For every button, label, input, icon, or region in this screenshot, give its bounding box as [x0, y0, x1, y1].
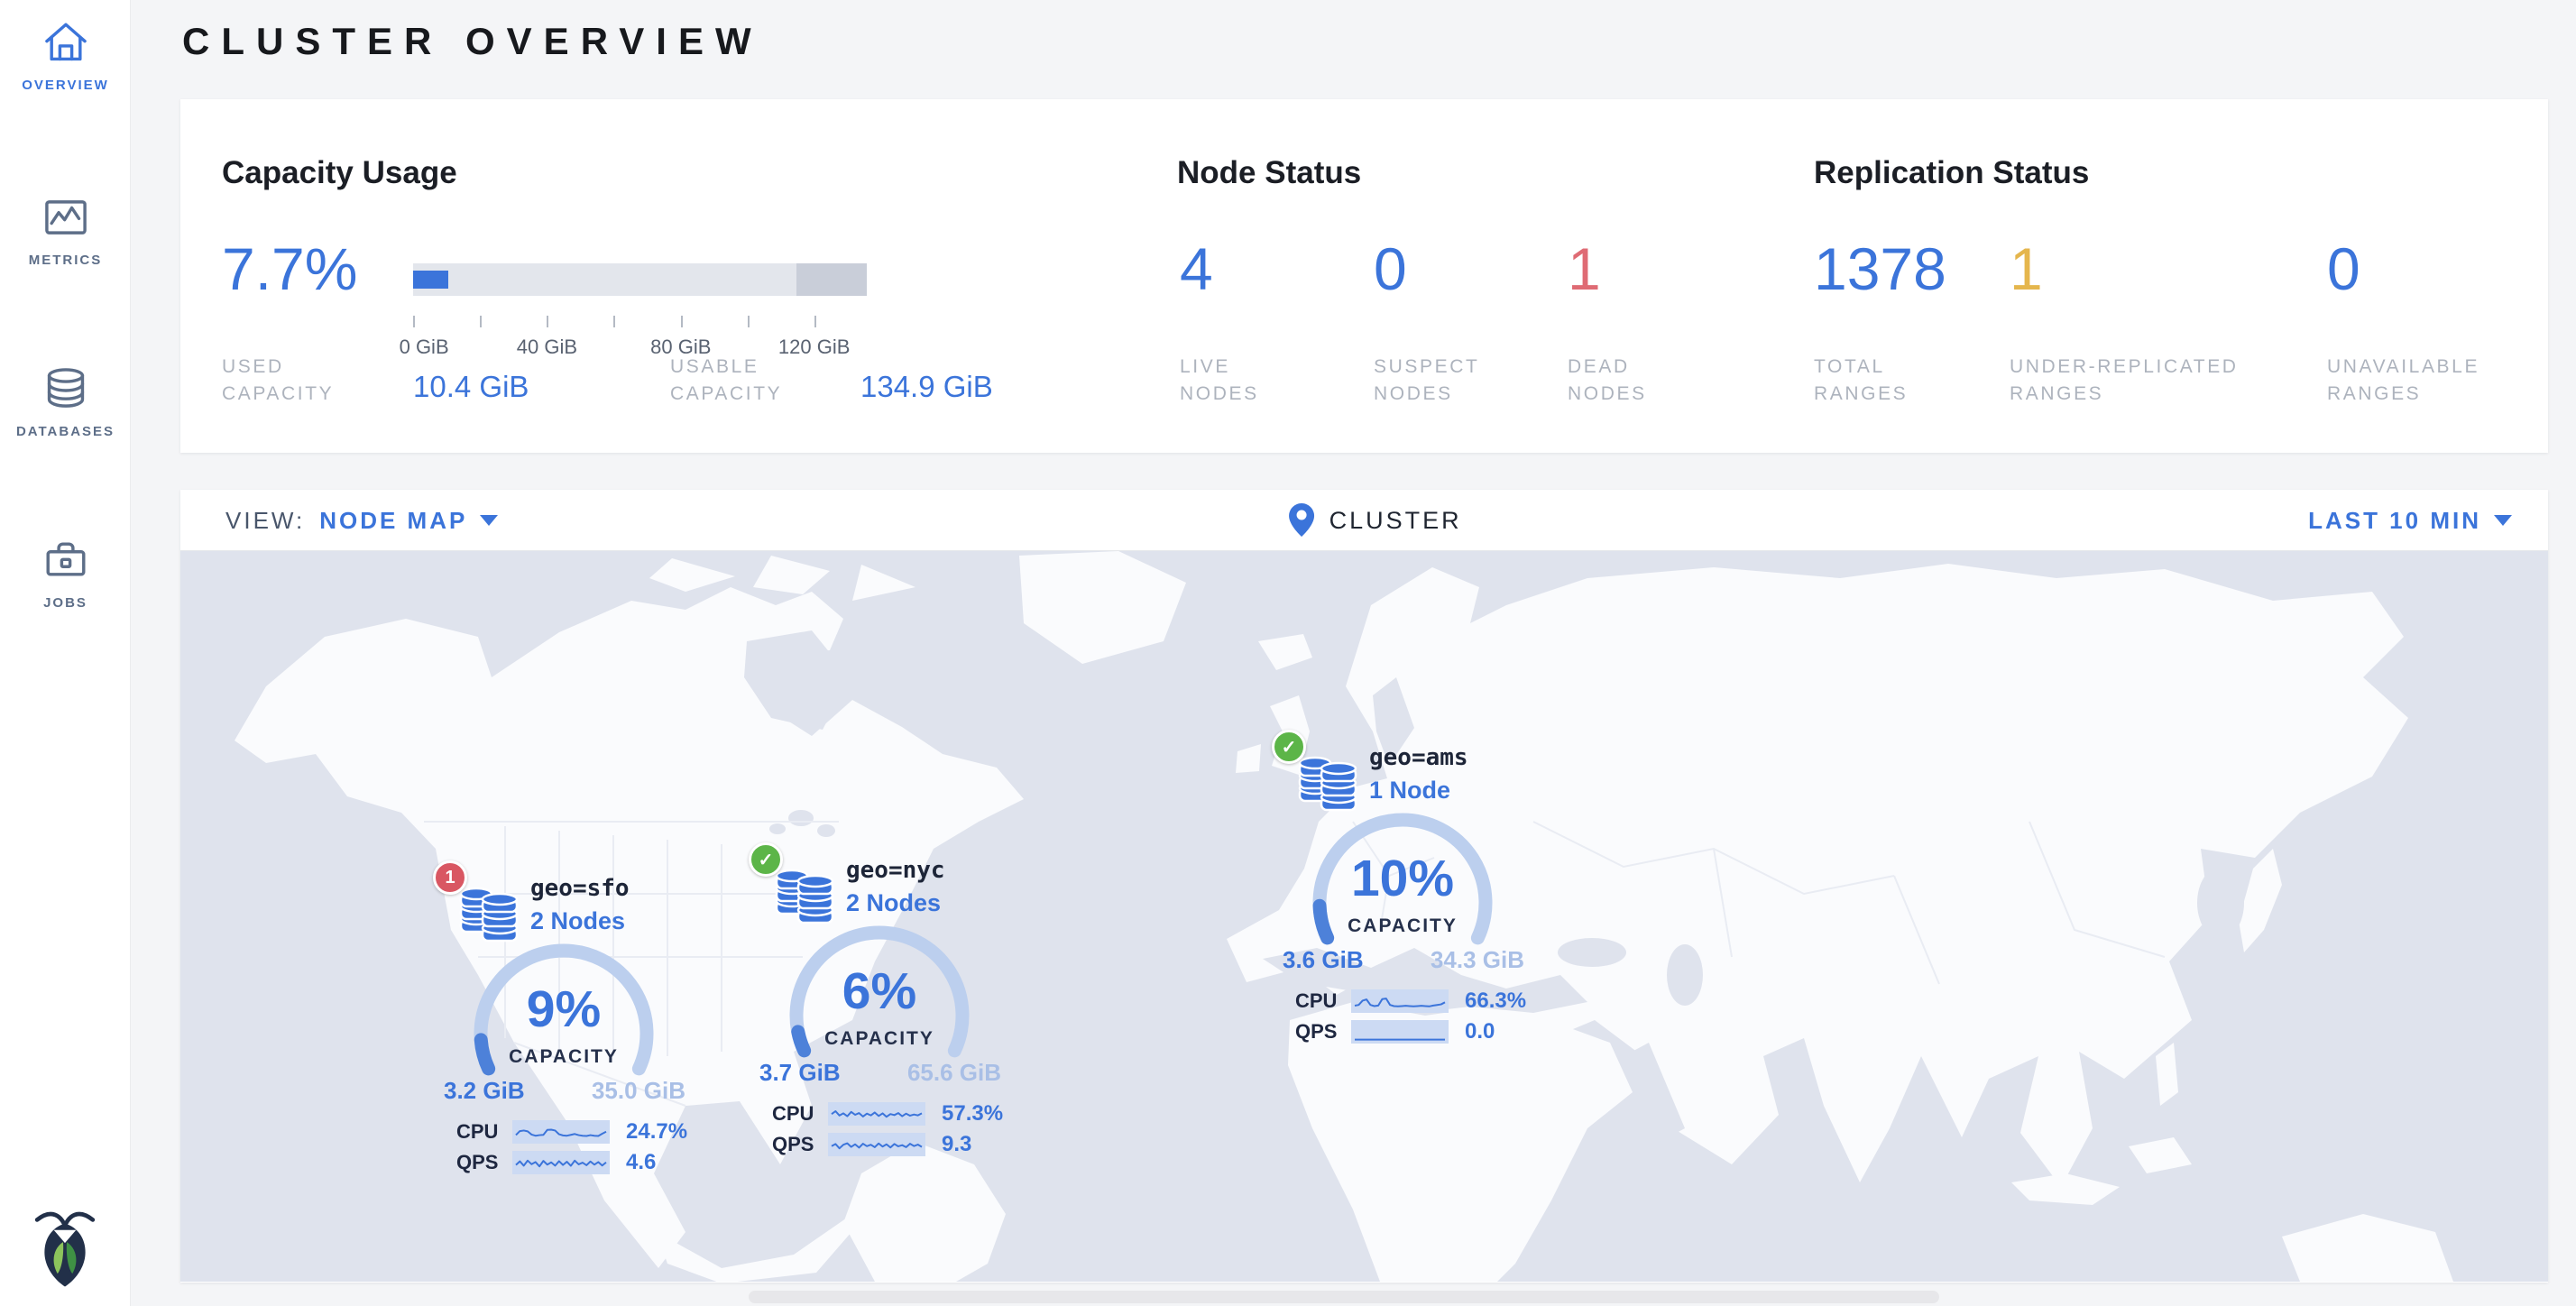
view-dropdown[interactable]: NODE MAP	[319, 507, 498, 535]
sidebar-item-databases[interactable]: DATABASES	[0, 346, 131, 453]
used-capacity-value: 10.4 GiB	[413, 370, 529, 404]
sidebar-item-label: OVERVIEW	[22, 78, 109, 93]
cpu-sparkline	[512, 1120, 610, 1144]
status-badge: 1	[433, 860, 467, 895]
usable-capacity-value: 134.9 GiB	[860, 370, 993, 404]
used-capacity-label: USEDCAPACITY	[222, 354, 334, 408]
total-gib: 34.3 GiB	[1431, 946, 1524, 974]
chevron-down-icon	[2494, 515, 2512, 526]
unavailable-ranges-label: UNAVAILABLERANGES	[2327, 354, 2479, 408]
home-icon	[40, 16, 92, 69]
locality-node-count: 2 Nodes	[846, 889, 941, 917]
capacity-bar-used	[413, 271, 448, 289]
dead-nodes-label: DEADNODES	[1568, 354, 1647, 408]
unavailable-ranges-count: 0	[2327, 235, 2360, 303]
capacity-gib-row: 3.6 GiB 34.3 GiB	[1283, 946, 1524, 974]
sidebar-item-jobs[interactable]: JOBS	[0, 518, 131, 624]
node-map-card: VIEW: NODE MAP CLUSTER LAST 10 MIN	[180, 490, 2548, 1283]
locality-name: geo=sfo	[530, 875, 630, 902]
jobs-icon	[40, 534, 92, 586]
locality-marker-nyc[interactable]: ✓ geo=nyc 2 Nodes 6% CAPACITY 3.7 GiB 65…	[749, 842, 1046, 1167]
sidebar-item-label: JOBS	[43, 595, 87, 611]
capacity-bar-other	[796, 263, 867, 296]
qps-sparkline	[828, 1133, 925, 1156]
page-title: CLUSTER OVERVIEW	[182, 20, 763, 63]
capacity-gauge-percent: 9%	[465, 980, 663, 1039]
breadcrumb[interactable]: CLUSTER	[1288, 490, 1462, 551]
map-pin-icon	[1288, 502, 1315, 538]
sidebar-item-overview[interactable]: OVERVIEW	[0, 0, 131, 106]
under-replicated-ranges-label: UNDER-REPLICATEDRANGES	[2010, 354, 2239, 408]
node-status-title: Node Status	[1177, 155, 1361, 191]
cpu-sparkline	[1351, 989, 1449, 1013]
capacity-gauge-label: CAPACITY	[465, 1046, 663, 1068]
qps-row: QPS 9.3	[772, 1129, 1003, 1160]
locality-name: geo=nyc	[846, 857, 945, 884]
status-badge: ✓	[1272, 730, 1306, 764]
cockroachdb-logo	[32, 1205, 97, 1292]
replication-status-title: Replication Status	[1814, 155, 2089, 191]
total-gib: 65.6 GiB	[907, 1059, 1001, 1087]
capacity-gauge-label: CAPACITY	[1303, 915, 1502, 937]
capacity-gib-row: 3.7 GiB 65.6 GiB	[759, 1059, 1001, 1087]
suspect-nodes-label: SUSPECTNODES	[1374, 354, 1479, 408]
breadcrumb-label: CLUSTER	[1329, 507, 1462, 535]
locality-marker-ams[interactable]: ✓ geo=ams 1 Node 10% CAPACITY 3.6 GiB 34…	[1272, 730, 1569, 1054]
locality-marker-sfo[interactable]: 1 geo=sfo 2 Nodes 9% CAPACITY 3.2 GiB 35…	[433, 860, 731, 1185]
dead-nodes-count: 1	[1568, 235, 1601, 303]
suspect-nodes-count: 0	[1374, 235, 1407, 303]
used-gib: 3.7 GiB	[759, 1059, 841, 1087]
capacity-axis: 0 GiB40 GiB80 GiB120 GiB	[413, 316, 867, 370]
cpu-row: CPU 66.3%	[1295, 986, 1526, 1016]
sidebar-item-label: METRICS	[29, 253, 103, 268]
horizontal-scrollbar[interactable]	[749, 1291, 1939, 1303]
locality-node-count: 1 Node	[1369, 777, 1450, 805]
sidebar-item-metrics[interactable]: METRICS	[0, 175, 131, 281]
capacity-gib-row: 3.2 GiB 35.0 GiB	[444, 1077, 685, 1105]
capacity-section-title: Capacity Usage	[222, 155, 457, 191]
summary-card: Capacity Usage 7.7% 0 GiB40 GiB80 GiB120…	[180, 99, 2548, 453]
time-range-dropdown[interactable]: LAST 10 MIN	[2308, 490, 2512, 551]
total-ranges-label: TOTALRANGES	[1814, 354, 1908, 408]
capacity-bar	[413, 263, 867, 296]
usable-capacity-label: USABLECAPACITY	[670, 354, 782, 408]
cpu-row: CPU 57.3%	[772, 1099, 1003, 1129]
qps-sparkline	[1351, 1020, 1449, 1044]
view-label: VIEW:	[225, 507, 305, 535]
qps-row: QPS 0.0	[1295, 1016, 1526, 1047]
live-nodes-label: LIVENODES	[1180, 354, 1259, 408]
map-toolbar: VIEW: NODE MAP CLUSTER LAST 10 MIN	[180, 490, 2548, 551]
used-gib: 3.2 GiB	[444, 1077, 525, 1105]
capacity-gauge-percent: 6%	[780, 961, 979, 1021]
databases-icon	[40, 363, 92, 415]
locality-name: geo=ams	[1369, 744, 1468, 771]
total-ranges-count: 1378	[1814, 235, 1946, 303]
used-gib: 3.6 GiB	[1283, 946, 1364, 974]
locality-node-count: 2 Nodes	[530, 907, 625, 935]
status-badge: ✓	[749, 842, 783, 877]
under-replicated-ranges-count: 1	[2010, 235, 2043, 303]
total-gib: 35.0 GiB	[592, 1077, 685, 1105]
capacity-gauge-percent: 10%	[1303, 849, 1502, 908]
capacity-percent: 7.7%	[222, 235, 357, 303]
live-nodes-count: 4	[1180, 235, 1213, 303]
node-map[interactable]: 1 geo=sfo 2 Nodes 9% CAPACITY 3.2 GiB 35…	[180, 551, 2548, 1282]
qps-row: QPS 4.6	[456, 1147, 687, 1178]
sidebar: OVERVIEW METRICS DATABASES JOBS	[0, 0, 131, 1306]
capacity-gauge-label: CAPACITY	[780, 1028, 979, 1050]
cpu-sparkline	[828, 1102, 925, 1126]
cpu-row: CPU 24.7%	[456, 1117, 687, 1147]
sidebar-item-label: DATABASES	[16, 424, 115, 439]
chevron-down-icon	[480, 515, 498, 526]
qps-sparkline	[512, 1151, 610, 1174]
metrics-icon	[40, 191, 92, 244]
